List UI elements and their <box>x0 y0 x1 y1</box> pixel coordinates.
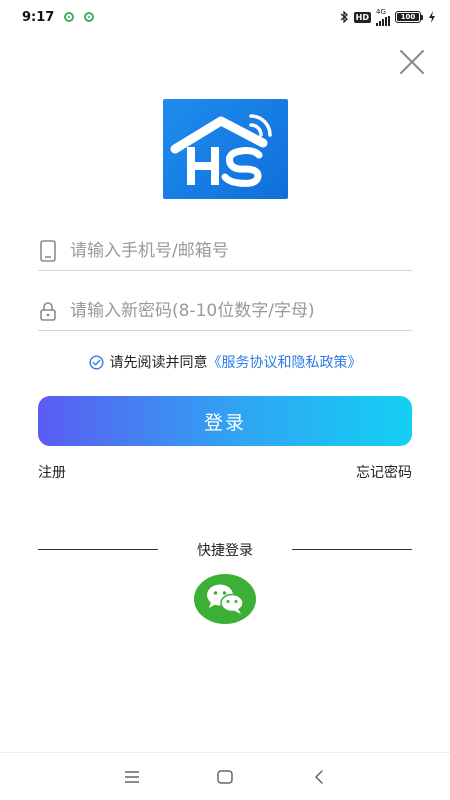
app-logo <box>163 99 288 199</box>
menu-icon[interactable] <box>122 769 142 785</box>
network-label: 4G <box>376 7 386 16</box>
password-field <box>38 292 412 331</box>
wechat-login-button[interactable] <box>194 574 256 624</box>
agreement-link[interactable]: 《服务协议和隐私政策》 <box>208 352 362 372</box>
phone-icon <box>40 240 56 262</box>
check-circle-icon[interactable] <box>88 354 104 370</box>
house-logo-icon <box>170 114 272 187</box>
hd-icon: HD <box>353 11 371 23</box>
back-icon[interactable] <box>309 769 329 785</box>
lock-icon <box>40 302 56 321</box>
forgot-password-link[interactable]: 忘记密码 <box>356 462 412 482</box>
divider-right <box>292 549 412 550</box>
wechat-icon <box>207 584 244 614</box>
signal-icon <box>376 15 390 26</box>
status-time: 9:17 <box>22 9 55 25</box>
login-screen: 9:17 HD 4G 100 请输入手机号/邮箱号 请先阅读并同意 《服务协议和… <box>0 0 450 800</box>
login-button[interactable]: 登录 <box>38 396 412 446</box>
agreement-text: 请先阅读并同意 <box>109 355 208 371</box>
network-group: 4G <box>376 7 390 26</box>
phone-input[interactable] <box>70 241 412 261</box>
notification-icon <box>84 12 95 22</box>
bluetooth-icon <box>340 11 348 23</box>
status-icons: HD 4G 100 <box>340 7 436 26</box>
battery-level: 100 <box>397 13 419 21</box>
password-input[interactable] <box>70 301 412 321</box>
battery-icon: 100 <box>395 11 423 23</box>
status-bar: 9:17 HD 4G 100 <box>0 0 450 34</box>
quick-login-title: 快捷登录 <box>197 543 253 559</box>
charging-icon <box>429 11 435 23</box>
register-link[interactable]: 注册 <box>38 462 66 482</box>
close-icon[interactable] <box>398 48 426 76</box>
home-icon[interactable] <box>215 769 235 785</box>
navigation-bar <box>0 752 450 800</box>
phone-field <box>38 232 412 271</box>
notification-icon <box>64 12 75 22</box>
agreement-row: 请先阅读并同意 《服务协议和隐私政策》 <box>0 352 450 372</box>
